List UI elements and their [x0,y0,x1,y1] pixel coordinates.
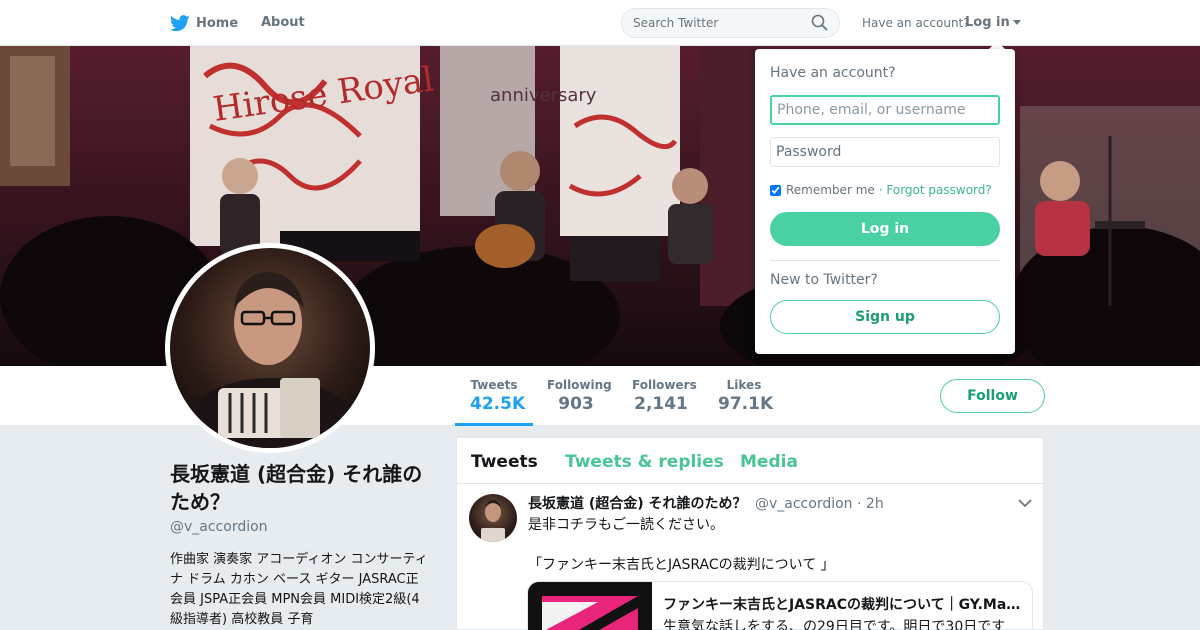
remember-me-checkbox[interactable] [770,184,781,196]
forgot-password-link[interactable]: · Forgot password? [879,183,992,197]
link-card[interactable]: ファンキー末吉氏とJASRACの裁判について｜GY.Matsumoto｜note… [527,581,1033,630]
stat-likes-value: 97.1K [718,394,774,414]
stat-following-value: 903 [558,394,594,414]
tweet-timestamp[interactable]: · 2h [857,496,884,512]
stat-followers-value: 2,141 [634,394,688,414]
tweet-text-line-1: 是非コチラもご一読ください。 [528,517,724,533]
search-icon[interactable] [811,14,828,31]
tweet-author-handle[interactable]: @v_accordion [755,496,853,512]
timeline: Tweets Tweets & replies Media 長坂憲道 (超合金)… [456,437,1044,630]
stat-tweets-label: Tweets [470,378,518,392]
profile-handle[interactable]: @v_accordion [170,519,268,535]
profile-name: 長坂憲道 (超合金) それ誰のため？ [170,462,423,514]
link-card-thumbnail [528,582,652,630]
stat-tweets-value: 42.5K [470,394,526,414]
cover-anniversary-text: anniversary [490,85,597,106]
tweet-text-line-2: 「ファンキー末吉氏とJASRACの裁判について 」 [528,557,835,573]
login-dropdown-heading: Have an account? [770,65,896,81]
login-dropdown: Have an account? Remember me · Forgot pa… [755,49,1015,354]
password-field[interactable] [770,137,1000,167]
tweet-author-name[interactable]: 長坂憲道 (超合金) それ誰のため？ [528,496,747,512]
stat-likes-label: Likes [726,378,762,392]
twitter-bird-icon [170,15,190,32]
link-card-description: 生意気な話しをする、の29日目です。明日で30日です [663,619,1006,630]
stat-following[interactable]: Following 903 [547,378,612,414]
follow-button[interactable]: Follow [940,379,1045,413]
timeline-tabs: Tweets Tweets & replies Media [457,438,1043,484]
tab-tweets[interactable]: Tweets [471,452,538,472]
stat-followers[interactable]: Followers 2,141 [632,378,697,414]
top-navigation: Home About Have an account? Log in [0,0,1200,46]
caret-down-icon [1012,20,1021,25]
tab-tweets-replies[interactable]: Tweets & replies [565,452,724,472]
stat-followers-label: Followers [632,378,697,392]
login-button[interactable]: Log in [770,212,1000,246]
stat-following-label: Following [547,378,612,392]
profile-avatar[interactable] [165,243,375,453]
remember-me-label[interactable]: Remember me [786,183,875,197]
profile-avatar-image [170,248,370,448]
search-input[interactable] [621,8,840,38]
new-to-twitter-heading: New to Twitter? [770,272,878,288]
stat-likes[interactable]: Likes 97.1K [718,378,774,414]
login-link-label: Log in [965,15,1010,30]
nav-home[interactable]: Home [170,15,238,32]
tweet-header: 長坂憲道 (超合金) それ誰のため？ @v_accordion · 2h [528,493,884,513]
dropdown-divider [770,260,1000,261]
profile-bio: 作曲家 演奏家 アコーディオン コンサーティナ ドラム カホン ベース ギター … [170,552,428,627]
tab-media[interactable]: Media [740,452,798,472]
signup-button[interactable]: Sign up [770,300,1000,334]
remember-me-row: Remember me · Forgot password? [770,183,992,197]
tweet-avatar[interactable] [469,494,517,542]
tweet-item[interactable]: 長坂憲道 (超合金) それ誰のため？ @v_accordion · 2h 是非コ… [457,484,1043,630]
chevron-down-icon[interactable] [1018,498,1032,508]
stat-tweets[interactable]: Tweets 42.5K [470,378,526,414]
login-dropdown-toggle[interactable]: Log in [965,15,1021,30]
active-tab-underline [455,423,533,426]
username-field[interactable] [770,95,1000,125]
link-card-title: ファンキー末吉氏とJASRACの裁判について｜GY.Matsumoto｜note [663,597,1023,613]
nav-about[interactable]: About [261,15,305,30]
have-account-text: Have an account? [862,16,970,30]
nav-home-label: Home [196,16,239,31]
